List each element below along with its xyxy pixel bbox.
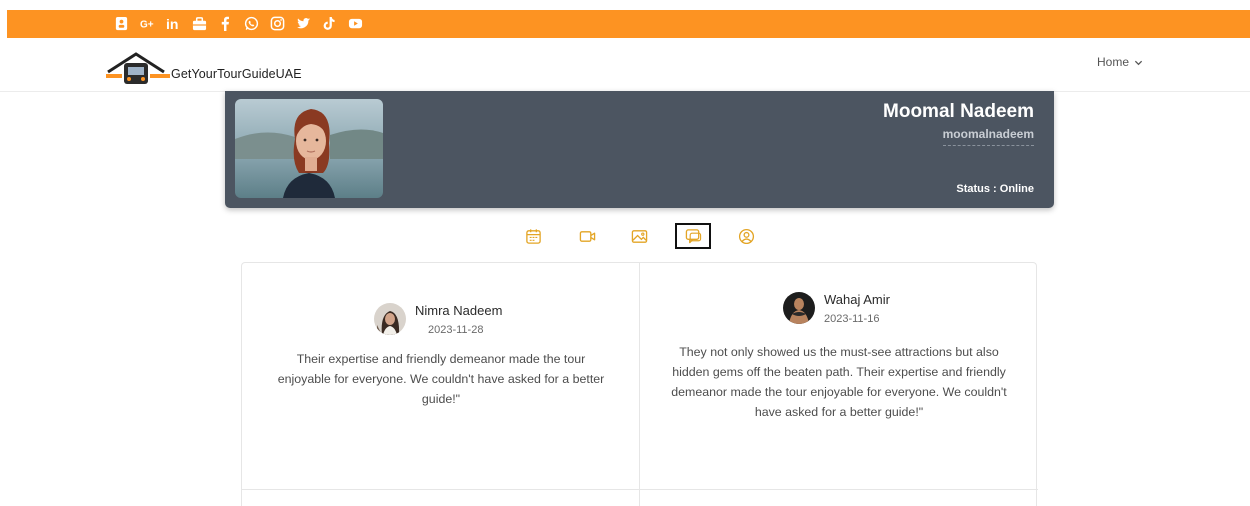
review-card: Wahaj Amir 2023-11-16 They not only show… [639,263,1037,489]
reviewer-name: Wahaj Amir [824,292,890,307]
tab-gallery[interactable] [627,224,651,248]
whatsapp-icon[interactable] [243,14,259,32]
profile-tabs [0,223,1250,250]
twitter-icon[interactable] [295,14,311,32]
video-icon [579,230,595,242]
svg-text:G+: G+ [140,19,154,30]
review-card: Nimra Nadeem 2023-11-28 Their expertise … [242,263,640,489]
review-text: They not only showed us the must-see att… [671,345,1007,419]
user-icon [738,228,754,244]
review-date: 2023-11-28 [428,324,484,336]
svg-text:in: in [166,16,178,31]
reviewer-avatar [374,303,406,335]
linkedin-icon[interactable]: in [165,14,181,32]
contact-book-icon[interactable] [113,14,129,32]
site-header: GetYourTourGuideUAE Home [0,38,1250,92]
reviews-grid: Nimra Nadeem 2023-11-28 Their expertise … [241,262,1038,506]
review-date: 2023-11-16 [824,313,880,325]
review-text: Their expertise and friendly demeanor ma… [277,352,605,406]
column-divider [639,489,640,506]
image-icon [631,229,647,243]
tab-calendar[interactable] [521,224,545,248]
chevron-down-icon [1134,60,1143,65]
page: G+ in GetYourTourGuideUAE Home Moomal Na… [0,0,1250,506]
facebook-icon[interactable] [217,14,233,32]
youtube-icon[interactable] [347,14,363,32]
instagram-icon[interactable] [269,14,285,32]
calendar-icon [525,228,541,244]
logo-text[interactable]: GetYourTourGuideUAE [171,67,302,81]
briefcase-icon[interactable] [191,14,207,32]
social-bar: G+ in [7,10,1250,38]
reviewer-name: Nimra Nadeem [415,303,503,318]
nav-home-label: Home [1097,55,1130,69]
tiktok-icon[interactable] [321,14,337,32]
reviews-icon [685,228,701,243]
nav-home-dropdown[interactable]: Home [1097,55,1143,69]
row-divider [242,489,1038,490]
profile-status: Status : Online [956,183,1034,195]
tab-profile[interactable] [734,224,758,248]
profile-name: Moomal Nadeem [883,101,1034,122]
profile-banner: Moomal Nadeem moomalnadeem Status : Onli… [225,91,1054,208]
profile-username: moomalnadeem [942,127,1034,146]
reviewer-avatar [783,292,815,324]
logo[interactable] [106,50,170,86]
google-plus-icon[interactable]: G+ [139,14,155,32]
profile-photo [235,99,383,198]
social-icons: G+ in [113,14,363,32]
tab-reviews[interactable] [675,223,711,249]
tab-video[interactable] [575,224,599,248]
